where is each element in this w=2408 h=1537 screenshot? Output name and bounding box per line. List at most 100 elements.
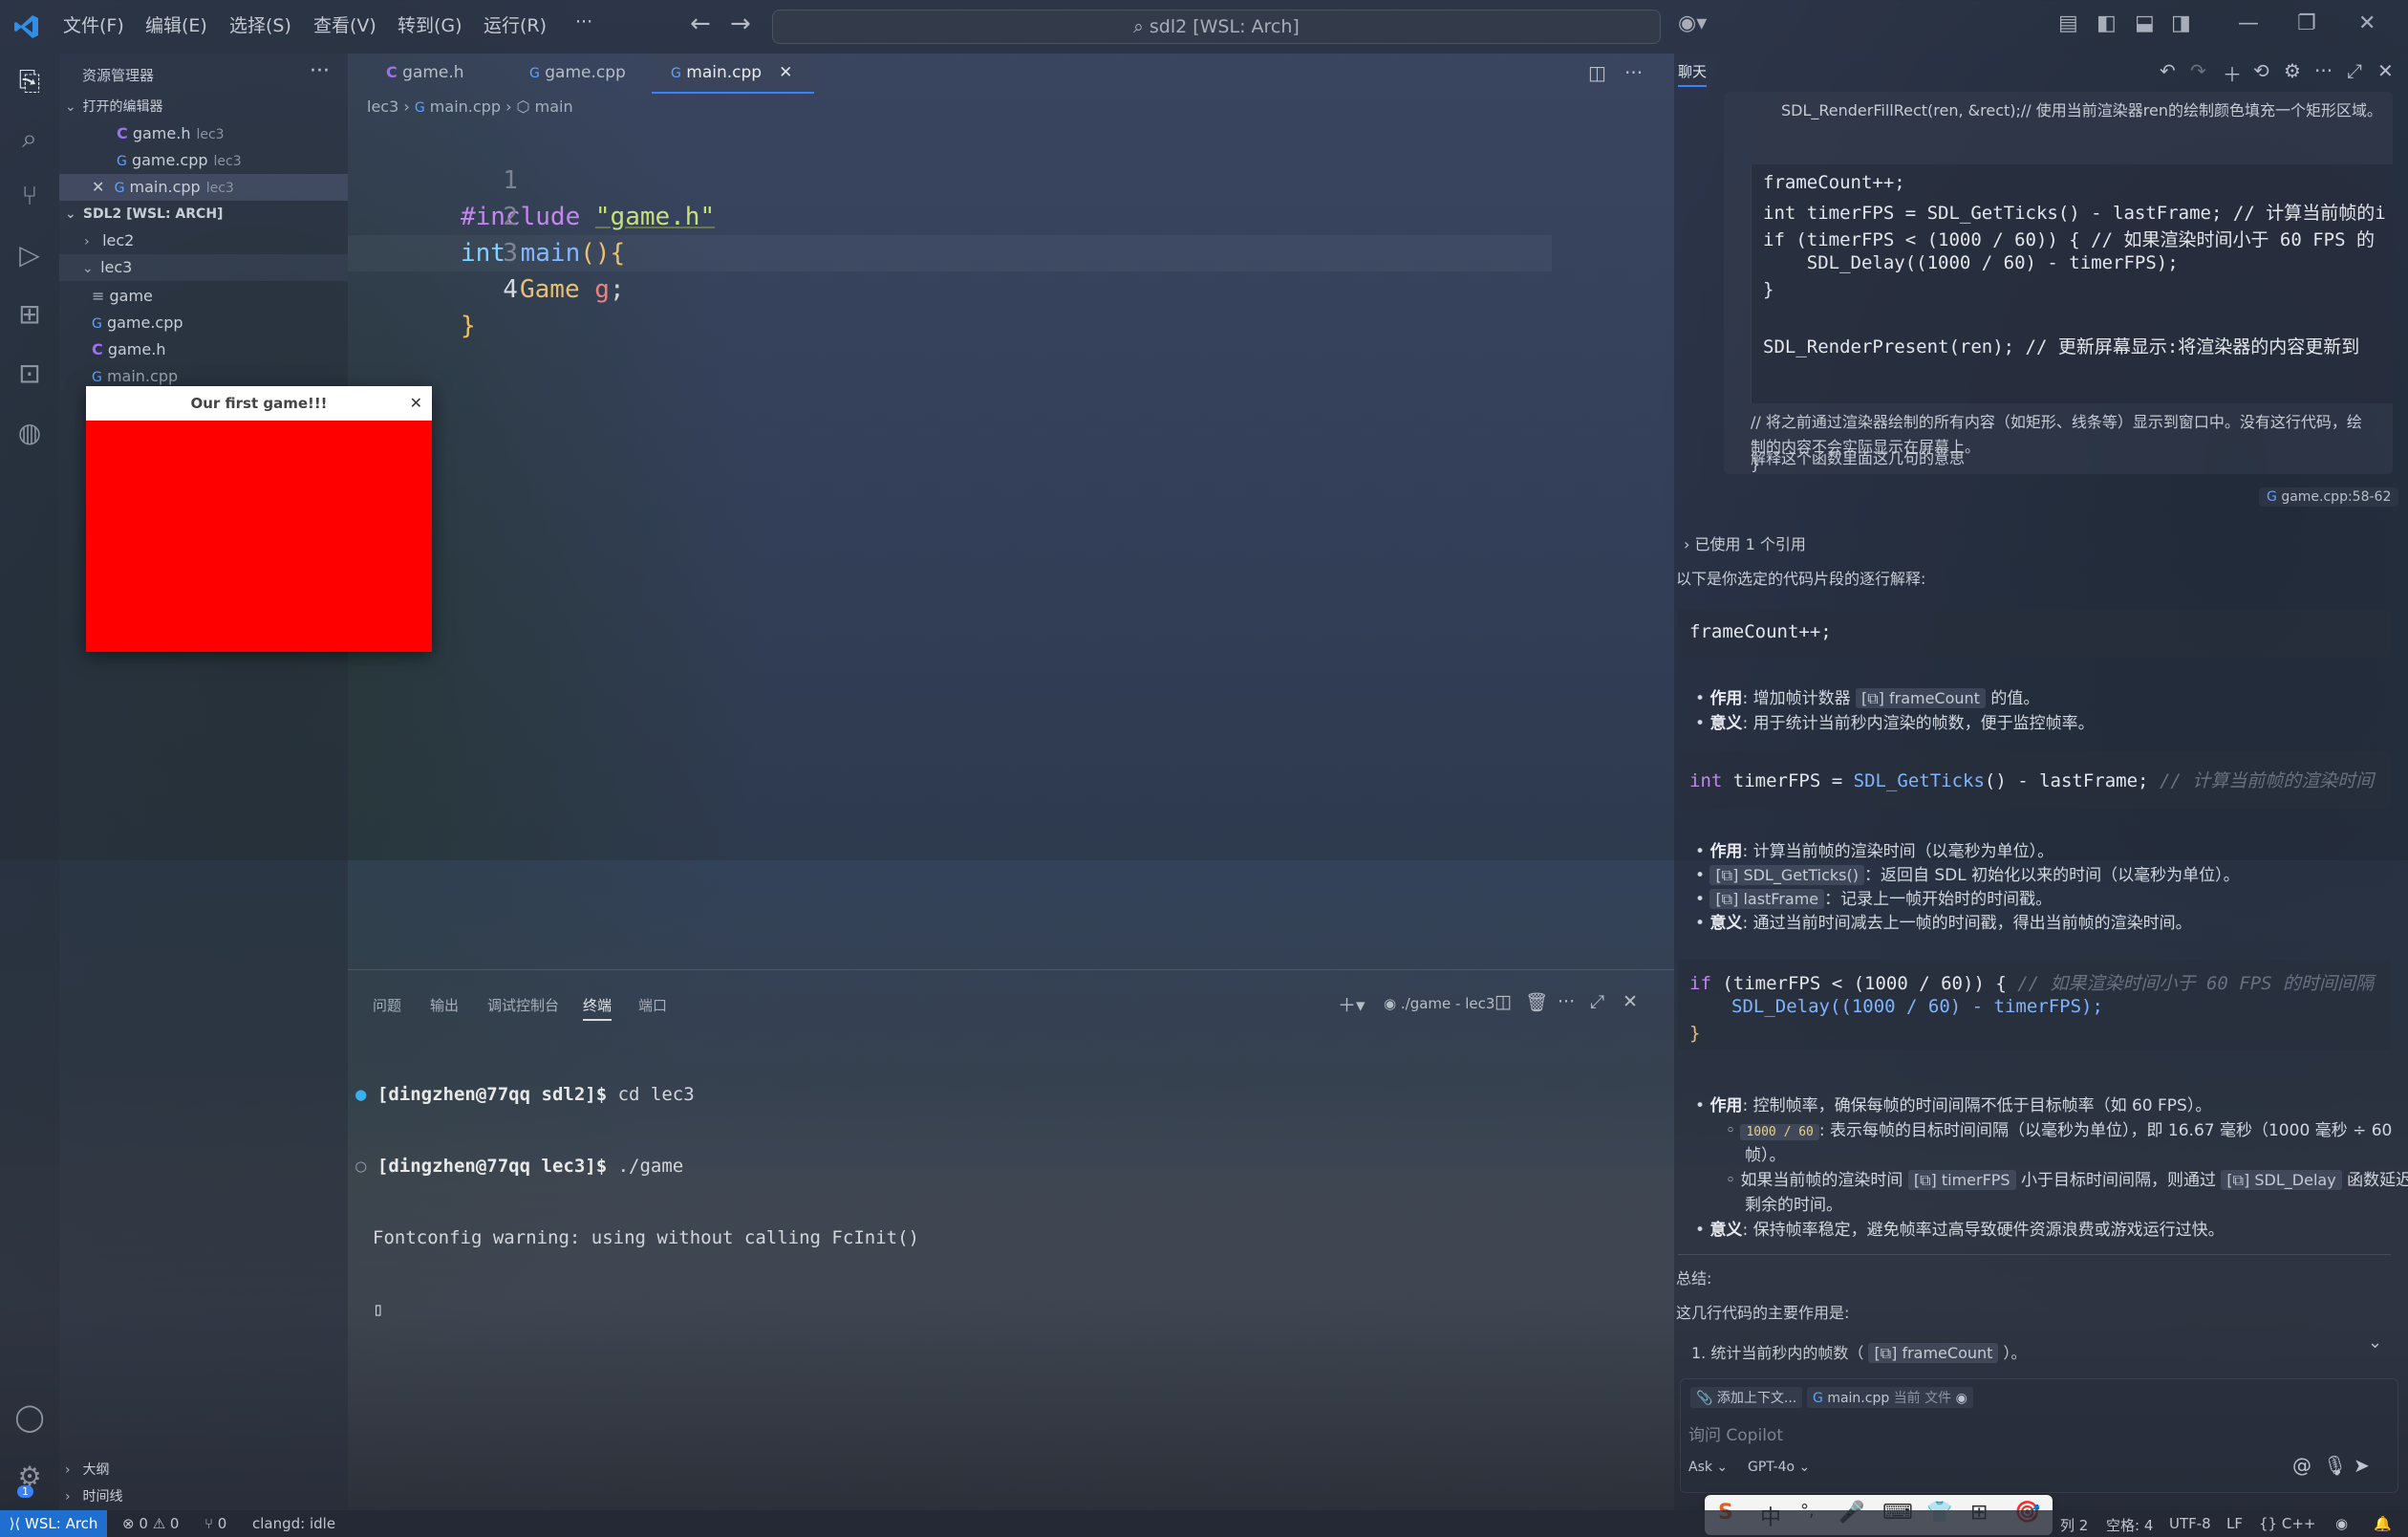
language-mode[interactable]: {} C++ [2259,1515,2316,1532]
model-picker[interactable]: GPT-4o ⌄ [1748,1460,1810,1475]
split-editor-icon[interactable]: ◫ [1588,61,1606,84]
extensions-icon[interactable]: ⊞ [13,298,46,331]
redo-icon[interactable]: ↷ [2190,59,2206,82]
terminal-output[interactable]: ● [dingzhen@77qq sdl2]$ cd lec3 ○ [dingz… [355,1035,919,1370]
eye-icon[interactable]: ◉ [1956,1391,1967,1406]
reference-chip[interactable]: G game.cpp:58-62 [2259,487,2399,507]
chat-more-icon[interactable]: ··· [2314,59,2333,82]
tab-game-cpp[interactable]: G game.cpp [510,54,673,92]
outline-section[interactable]: › 大纲 [65,1457,354,1483]
menu-file[interactable]: 文件(F) [63,11,124,37]
customize-layout-icon[interactable]: ▤ [2058,11,2078,35]
tab-debug-console[interactable]: 调试控制台 [487,995,559,1015]
tree-folder-lec3[interactable]: ⌄ lec3 [59,254,348,281]
back-arrow-icon[interactable]: ← [690,10,711,38]
tab-output[interactable]: 输出 [430,995,459,1015]
command-center-search[interactable]: ⌕ sdl2 [WSL: Arch] [772,10,1661,44]
menu-run[interactable]: 运行(R) [484,11,547,37]
tab-game-h[interactable]: C game.h [367,54,510,92]
scroll-down-icon[interactable]: ⌄ [2368,1332,2382,1353]
toggle-panel-icon[interactable]: ⬓ [2135,11,2155,35]
menu-edit[interactable]: 编辑(E) [145,11,207,37]
cursor-position[interactable]: 列 2 [2060,1515,2088,1535]
new-terminal-icon[interactable]: ＋▾ [1338,991,1365,1017]
breadcrumb-file[interactable]: main.cpp [430,97,501,116]
clangd-status[interactable]: clangd: idle [252,1515,335,1532]
explorer-icon[interactable]: ⎘ [13,65,46,97]
tab-terminal[interactable]: 终端 [583,995,613,1021]
new-chat-icon[interactable]: ＋ [2223,59,2242,87]
chat-input-box[interactable]: 📎 添加上下文... G main.cpp 当前 文件 ◉ 询问 Copilot… [1680,1378,2398,1493]
chat-title[interactable]: 聊天 [1678,61,1708,87]
line-ending[interactable]: LF [2226,1515,2243,1532]
microphone-icon[interactable]: 🎙 [2323,1454,2347,1477]
symbol-chip[interactable]: [⧉] lastFrame [1709,889,1825,909]
undo-icon[interactable]: ↶ [2160,59,2176,82]
notifications-bell-icon[interactable]: 🔔 [2374,1515,2392,1532]
current-file-chip[interactable]: G main.cpp 当前 文件 ◉ [1807,1387,1973,1408]
send-icon[interactable]: ➤ [2354,1454,2370,1477]
tree-file-game[interactable]: ≡ game [59,283,348,310]
workspace-header[interactable]: ⌄ SDL2 [WSL: ARCH] [65,201,354,227]
breadcrumb-folder[interactable]: lec3 [367,97,398,116]
mode-picker[interactable]: Ask ⌄ [1688,1460,1728,1475]
open-editors-header[interactable]: ⌄ 打开的编辑器 [65,94,354,120]
tab-close-icon[interactable]: ✕ [779,63,792,82]
terminal-more-icon[interactable]: ··· [1558,991,1575,1012]
terminal-instance[interactable]: ◉ ./game - lec3 [1384,995,1494,1012]
menu-go[interactable]: 转到(G) [398,11,462,37]
kill-terminal-icon[interactable]: 🗑 [1525,991,1548,1013]
tab-ports[interactable]: 端口 [638,995,667,1015]
remote-explorer-icon[interactable]: ⊡ [13,357,46,390]
run-debug-icon[interactable]: ▷ [13,239,46,271]
tree-folder-lec2[interactable]: › lec2 [59,227,348,254]
symbol-chip[interactable]: [⧉] SDL_Delay [2221,1170,2342,1190]
maximize-panel-icon[interactable]: ⤢ [1590,991,1604,1012]
mention-icon[interactable]: @ [2292,1454,2311,1477]
tab-problems[interactable]: 问题 [373,995,401,1015]
symbol-chip[interactable]: [⧉] timerFPS [1907,1170,2016,1190]
chat-settings-gear-icon[interactable]: ⚙ [2284,59,2301,82]
symbol-chip[interactable]: [⧉] frameCount [1855,688,1986,708]
close-panel-icon[interactable]: ✕ [1623,991,1638,1012]
more-actions-icon[interactable]: ··· [310,59,330,83]
close-chat-icon[interactable]: ✕ [2377,59,2394,82]
copilot-chat-icon[interactable]: ◍ [13,417,46,449]
maximize-icon[interactable]: ⤢ [2347,59,2362,82]
symbol-chip[interactable]: [⧉] SDL_GetTicks() [1709,865,1864,885]
minimize-icon[interactable]: — [2238,11,2259,35]
menu-more[interactable]: ··· [575,11,592,32]
restore-icon[interactable]: ❐ [2297,11,2316,35]
search-view-icon[interactable]: ⌕ [13,122,46,155]
forward-arrow-icon[interactable]: → [730,10,751,38]
menu-view[interactable]: 查看(V) [313,11,376,37]
toggle-sidebar-icon[interactable]: ◧ [2096,11,2117,35]
timeline-section[interactable]: › 时间线 [65,1483,354,1510]
tab-main-cpp[interactable]: G main.cpp ✕ [652,54,814,94]
open-editor-game-h[interactable]: C game.h lec3 [59,120,348,147]
symbol-chip[interactable]: [⧉] frameCount [1868,1343,1999,1363]
copilot-icon[interactable]: ◉▾ [1678,11,1707,35]
add-context-button[interactable]: 📎 添加上下文... [1690,1387,1803,1408]
open-editor-main-cpp[interactable]: ✕ G main.cpp lec3 [59,174,348,201]
tree-file-game-h[interactable]: C game.h [59,336,348,363]
copilot-status-icon[interactable]: ◉ [2335,1515,2348,1532]
encoding[interactable]: UTF-8 [2169,1515,2211,1532]
toggle-secondary-sidebar-icon[interactable]: ◨ [2171,11,2191,35]
split-terminal-icon[interactable]: ◫ [1494,991,1512,1012]
close-editor-icon[interactable]: ✕ [92,178,104,196]
open-editor-game-cpp[interactable]: G game.cpp lec3 [59,147,348,174]
breadcrumb-symbol[interactable]: main [535,97,573,116]
menu-selection[interactable]: 选择(S) [229,11,291,37]
problems-indicator[interactable]: ⊗ 0 ⚠ 0 [122,1515,179,1532]
account-icon[interactable]: ◯ [13,1401,46,1434]
source-control-icon[interactable]: ⑂ [13,180,46,212]
tree-file-game-cpp[interactable]: G game.cpp [59,310,348,336]
remote-indicator[interactable]: ⟩⟨ WSL: Arch [0,1510,107,1537]
indentation[interactable]: 空格: 4 [2106,1515,2153,1535]
used-references[interactable]: › 已使用 1 个引用 [1684,531,1806,554]
close-window-icon[interactable]: ✕ [2358,11,2376,35]
history-icon[interactable]: ⟲ [2253,59,2269,82]
editor-more-icon[interactable]: ··· [1624,61,1643,84]
chat-input-placeholder[interactable]: 询问 Copilot [1688,1421,1783,1445]
